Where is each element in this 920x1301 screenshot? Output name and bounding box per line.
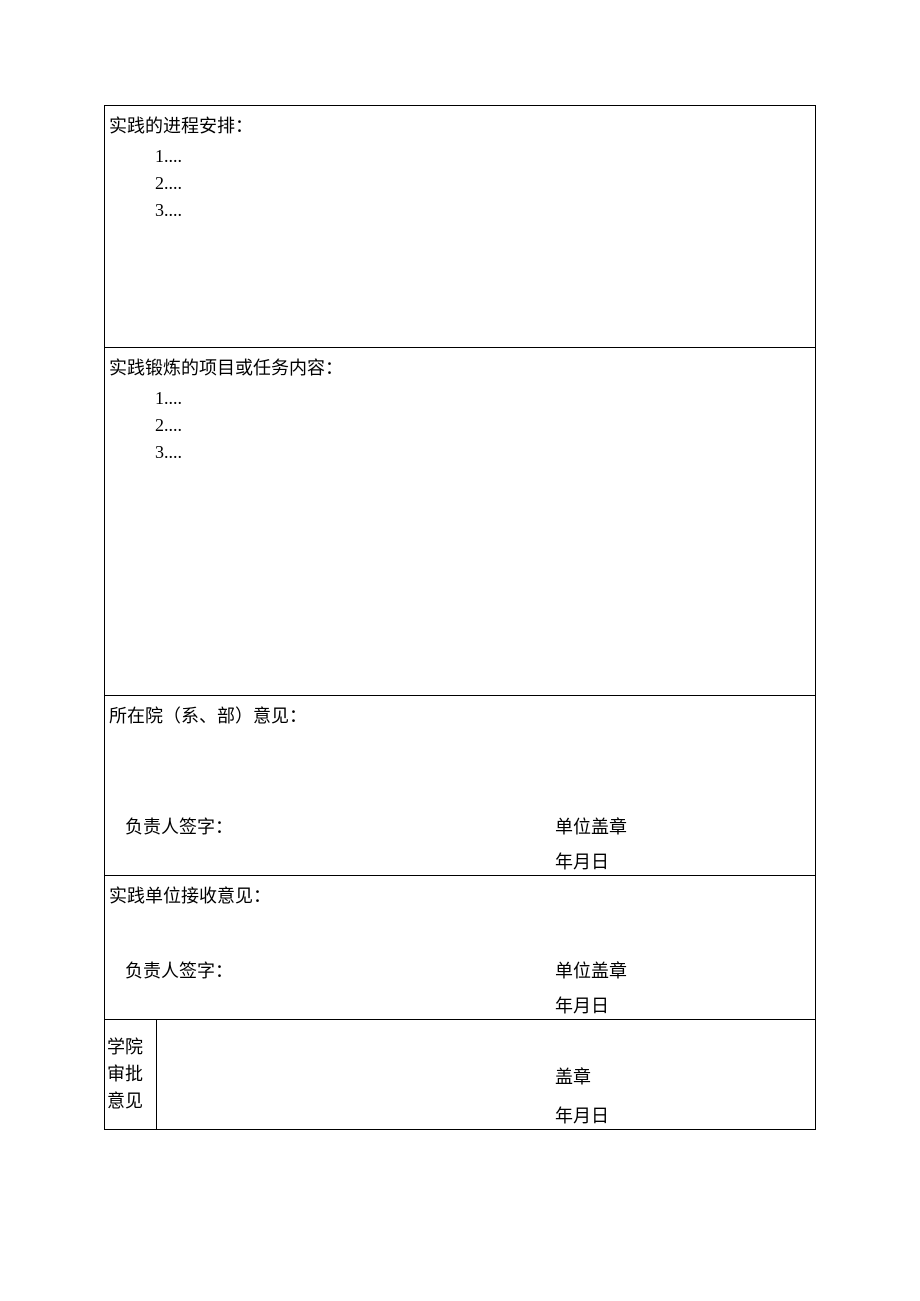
tasks-item: 1....: [155, 385, 813, 412]
schedule-item: 1....: [155, 143, 813, 170]
department-opinion-title: 所在院（系、部）意见：: [107, 700, 813, 733]
college-stamp-label: 盖章: [555, 1065, 795, 1090]
tasks-cell: 实践锻炼的项目或任务内容： 1.... 2.... 3....: [105, 348, 816, 696]
department-opinion-cell: 所在院（系、部）意见： 负责人签字： 单位盖章 年月日: [105, 696, 816, 876]
spacer: [177, 1065, 555, 1090]
unit-opinion-row: 实践单位接收意见： 负责人签字： 单位盖章 年月日: [105, 876, 816, 1020]
college-approval-row: 学院审批意见 盖章 年月日: [105, 1020, 816, 1130]
unit-sign-block: 负责人签字： 单位盖章 年月日: [105, 959, 815, 1019]
unit-sign-label: 负责人签字：: [125, 959, 555, 984]
spacer: [125, 994, 555, 1019]
unit-sign-row: 负责人签字： 单位盖章: [105, 959, 815, 984]
schedule-cell: 实践的进程安排： 1.... 2.... 3....: [105, 106, 816, 348]
college-approval-content-cell: 盖章 年月日: [157, 1020, 816, 1130]
schedule-item: 3....: [155, 197, 813, 224]
college-date-row: 年月日: [157, 1104, 815, 1129]
college-approval-label-cell: 学院审批意见: [105, 1020, 157, 1130]
tasks-item: 3....: [155, 439, 813, 466]
unit-date-row: 年月日: [105, 994, 815, 1019]
unit-date-label: 年月日: [555, 994, 795, 1019]
tasks-item: 2....: [155, 412, 813, 439]
unit-opinion-cell: 实践单位接收意见： 负责人签字： 单位盖章 年月日: [105, 876, 816, 1020]
tasks-list: 1.... 2.... 3....: [107, 385, 813, 466]
department-opinion-row: 所在院（系、部）意见： 负责人签字： 单位盖章 年月日: [105, 696, 816, 876]
college-sign-block: 盖章 年月日: [157, 1065, 815, 1129]
department-sign-row: 负责人签字： 单位盖章: [105, 815, 815, 840]
department-date-label: 年月日: [555, 850, 795, 875]
department-date-row: 年月日: [105, 850, 815, 875]
tasks-row: 实践锻炼的项目或任务内容： 1.... 2.... 3....: [105, 348, 816, 696]
college-approval-label: 学院审批意见: [107, 1034, 154, 1115]
schedule-list: 1.... 2.... 3....: [107, 143, 813, 224]
spacer: [125, 850, 555, 875]
department-sign-block: 负责人签字： 单位盖章 年月日: [105, 815, 815, 875]
department-sign-label: 负责人签字：: [125, 815, 555, 840]
spacer: [177, 1104, 555, 1129]
tasks-title: 实践锻炼的项目或任务内容：: [107, 352, 813, 385]
schedule-item: 2....: [155, 170, 813, 197]
schedule-row: 实践的进程安排： 1.... 2.... 3....: [105, 106, 816, 348]
unit-stamp-label: 单位盖章: [555, 959, 795, 984]
form-table: 实践的进程安排： 1.... 2.... 3.... 实践锻炼的项目或任务内容：…: [104, 105, 816, 1130]
college-stamp-row: 盖章: [157, 1065, 815, 1090]
department-stamp-label: 单位盖章: [555, 815, 795, 840]
schedule-title: 实践的进程安排：: [107, 110, 813, 143]
college-date-label: 年月日: [555, 1104, 795, 1129]
unit-opinion-title: 实践单位接收意见：: [107, 880, 813, 913]
form-container: 实践的进程安排： 1.... 2.... 3.... 实践锻炼的项目或任务内容：…: [104, 105, 816, 1130]
